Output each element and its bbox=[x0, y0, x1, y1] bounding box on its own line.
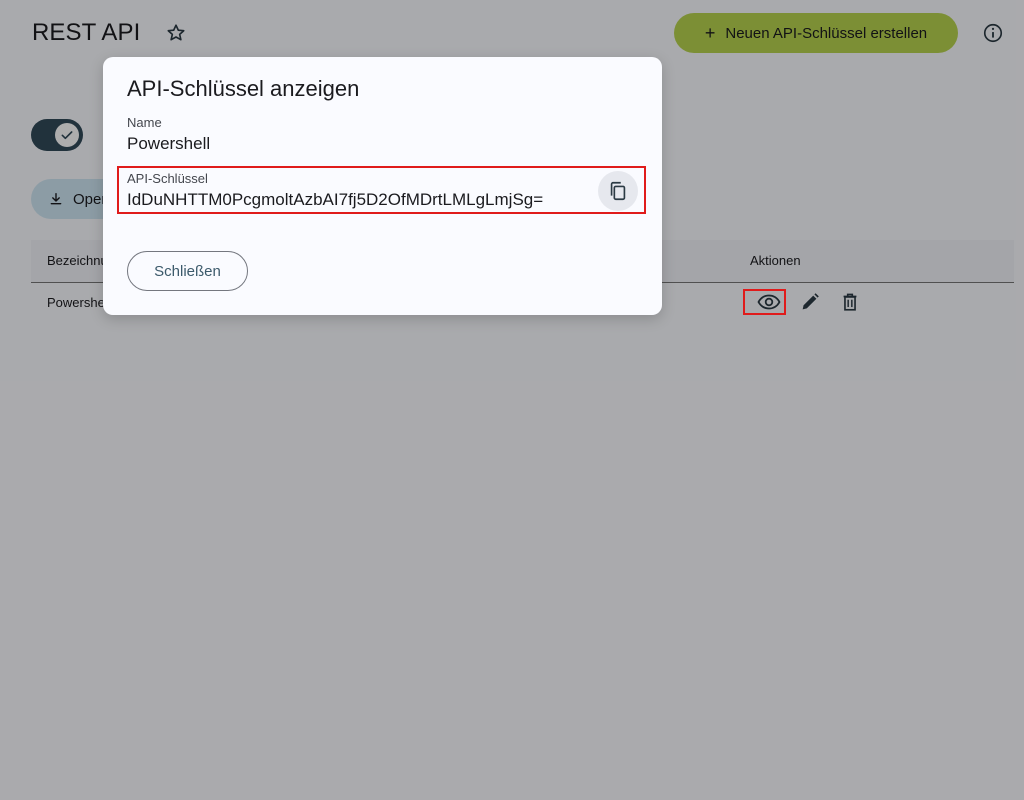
page: REST API + Neuen API-Schlüssel erstellen… bbox=[0, 0, 1024, 800]
dialog-title: API-Schlüssel anzeigen bbox=[127, 76, 360, 101]
show-api-key-dialog: API-Schlüssel anzeigen Name Powershell A… bbox=[103, 57, 662, 315]
api-key-value[interactable]: IdDuNHTTM0PcgmoltAzbAI7fj5D2OfMDrtLMLgLm… bbox=[127, 190, 599, 210]
close-button[interactable]: Schließen bbox=[127, 251, 248, 291]
name-label: Name bbox=[127, 115, 162, 130]
name-value: Powershell bbox=[127, 134, 211, 153]
api-key-label: API-Schlüssel bbox=[127, 171, 208, 186]
copy-key-button[interactable] bbox=[598, 171, 638, 211]
copy-icon bbox=[610, 181, 626, 201]
